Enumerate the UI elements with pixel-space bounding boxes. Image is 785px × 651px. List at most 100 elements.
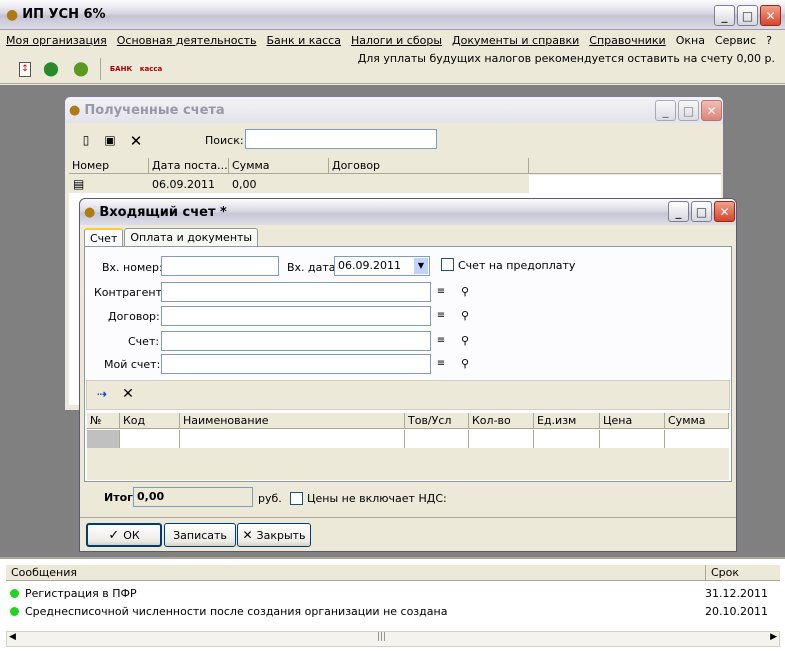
- main-toolbar: ↕ ⬤ ⬤ БАНК касса Для уплаты будущих нало…: [0, 50, 785, 84]
- col-messages[interactable]: Сообщения: [6, 565, 706, 580]
- table-row[interactable]: ▤ 06.09.2011 0,00: [69, 175, 529, 193]
- vat-checkbox[interactable]: [290, 492, 303, 505]
- contractor-input[interactable]: [161, 282, 431, 302]
- status-dot-icon: [10, 589, 19, 598]
- invoice-close-button[interactable]: ✕: [714, 201, 735, 222]
- close-form-button[interactable]: ✕ Закрыть: [237, 523, 311, 547]
- col-goods-services[interactable]: Тов/Усл: [405, 413, 469, 428]
- received-invoices-title: Полученные счета: [84, 102, 225, 118]
- col-code[interactable]: Код: [120, 413, 180, 428]
- status-dot-icon: [10, 607, 19, 616]
- lines-grid-body: [87, 430, 729, 480]
- contractor-label: Контрагент:: [94, 286, 166, 299]
- menu-bank-cash[interactable]: Банк и касса: [266, 34, 341, 47]
- in-date-value: 06.09.2011: [338, 259, 401, 272]
- tax-hint: Для уплаты будущих налогов рекомендуется…: [357, 52, 775, 65]
- account-input[interactable]: [161, 331, 431, 351]
- menu-main-activity[interactable]: Основная деятельность: [117, 34, 257, 47]
- col-date[interactable]: Дата поста...: [149, 158, 229, 173]
- scroll-left-icon[interactable]: ◀: [9, 632, 16, 642]
- row-date: 06.09.2011: [152, 177, 215, 191]
- col-name[interactable]: Наименование: [180, 413, 405, 428]
- scroll-thumb-icon[interactable]: |||: [377, 632, 386, 642]
- col-qty[interactable]: Кол-во: [469, 413, 534, 428]
- search-icon[interactable]: ⚲: [458, 334, 472, 347]
- contract-label: Договор:: [108, 310, 160, 323]
- select-list-icon[interactable]: ≡: [434, 358, 448, 369]
- menu-taxes[interactable]: Налоги и сборы: [351, 34, 442, 47]
- menu-documents[interactable]: Документы и справки: [452, 34, 579, 47]
- chevron-down-icon[interactable]: ▼: [414, 258, 428, 274]
- col-number[interactable]: Номер: [69, 158, 149, 173]
- col-no[interactable]: №: [87, 413, 120, 428]
- delete-line-icon[interactable]: ✕: [121, 386, 135, 402]
- col-sum[interactable]: Сумма: [229, 158, 329, 173]
- received-invoices-title-bar: ● Полученные счета _ □ ✕: [65, 97, 723, 123]
- in-date-picker[interactable]: 06.09.2011 ▼: [334, 256, 430, 276]
- contract-input[interactable]: [161, 306, 431, 326]
- prepay-checkbox[interactable]: [441, 258, 454, 271]
- total-value: 0,00: [133, 487, 253, 507]
- my-account-input[interactable]: [161, 354, 431, 374]
- tab-invoice[interactable]: Счет: [84, 228, 124, 247]
- received-close-button[interactable]: ✕: [701, 100, 722, 121]
- divider: [80, 517, 736, 518]
- prepay-label: Счет на предоплату: [458, 259, 576, 272]
- app-title-bar: ● ИП УСН 6% _ □ ✕: [0, 0, 785, 30]
- received-maximize-button[interactable]: □: [678, 100, 699, 121]
- scroll-right-icon[interactable]: ▶: [770, 632, 777, 642]
- menu-windows[interactable]: Окна: [676, 34, 705, 47]
- col-unit[interactable]: Ед.изм: [534, 413, 600, 428]
- close-button[interactable]: ✕: [760, 5, 781, 26]
- copy-document-icon[interactable]: ▣: [103, 133, 117, 147]
- horizontal-scrollbar[interactable]: ◀ ||| ▶: [6, 631, 780, 647]
- select-list-icon[interactable]: ≡: [434, 335, 448, 346]
- row-sum: 0,00: [232, 177, 257, 191]
- col-amount[interactable]: Сумма: [665, 413, 729, 428]
- in-number-label: Вх. номер:: [102, 261, 163, 274]
- search-label: Поиск:: [205, 134, 244, 147]
- bank-icon[interactable]: БАНК: [110, 58, 132, 80]
- col-deadline[interactable]: Срок: [706, 565, 744, 580]
- doc-row-icon: ▤: [73, 177, 85, 191]
- list-item[interactable]: Регистрация в ПФР 31.12.2011: [10, 587, 780, 600]
- new-document-icon[interactable]: ▯: [79, 133, 93, 147]
- menu-service[interactable]: Сервис: [715, 34, 756, 47]
- menu-help[interactable]: ?: [766, 34, 772, 47]
- select-list-icon[interactable]: ≡: [434, 310, 448, 321]
- tab-payment-docs[interactable]: Оплата и документы: [124, 228, 259, 247]
- search-icon[interactable]: ⚲: [458, 357, 472, 370]
- table-row[interactable]: [87, 430, 729, 448]
- message-text: Среднесписочной численности после создан…: [25, 605, 448, 618]
- select-list-icon[interactable]: ≡: [434, 286, 448, 297]
- minimize-button[interactable]: _: [714, 5, 735, 26]
- search-input[interactable]: [245, 129, 437, 149]
- menu-my-org[interactable]: Моя организация: [6, 34, 107, 47]
- invoice-maximize-button[interactable]: □: [691, 201, 712, 222]
- save-button[interactable]: Записать: [164, 523, 236, 547]
- received-minimize-button[interactable]: _: [655, 100, 676, 121]
- folder-icon: ●: [84, 204, 96, 220]
- my-account-label: Мой счет:: [104, 358, 161, 371]
- col-contract[interactable]: Договор: [329, 158, 529, 173]
- in-date-label: Вх. дата:: [287, 261, 340, 274]
- col-price[interactable]: Цена: [600, 413, 665, 428]
- search-icon[interactable]: ⚲: [458, 309, 472, 322]
- delete-icon[interactable]: ✕: [129, 132, 143, 150]
- check-icon: ✓: [108, 527, 120, 543]
- list-item[interactable]: Среднесписочной численности после создан…: [10, 605, 780, 618]
- account-label: Счет:: [128, 335, 160, 348]
- invoice-minimize-button[interactable]: _: [668, 201, 689, 222]
- cash-register-icon[interactable]: касса: [140, 58, 163, 80]
- vat-label: Цены не включает НДС:: [307, 492, 447, 505]
- in-number-input[interactable]: [161, 256, 279, 276]
- incoming-invoice-title: Входящий счет *: [99, 204, 227, 220]
- money-out-icon[interactable]: ⬤: [70, 58, 92, 80]
- document-icon[interactable]: ↕: [14, 58, 36, 80]
- money-in-icon[interactable]: ⬤: [40, 58, 62, 80]
- ok-button[interactable]: ✓ ОК: [86, 523, 162, 547]
- add-line-icon[interactable]: ⇢: [95, 387, 109, 401]
- menu-references[interactable]: Справочники: [589, 34, 665, 47]
- maximize-button[interactable]: □: [737, 5, 758, 26]
- search-icon[interactable]: ⚲: [458, 285, 472, 298]
